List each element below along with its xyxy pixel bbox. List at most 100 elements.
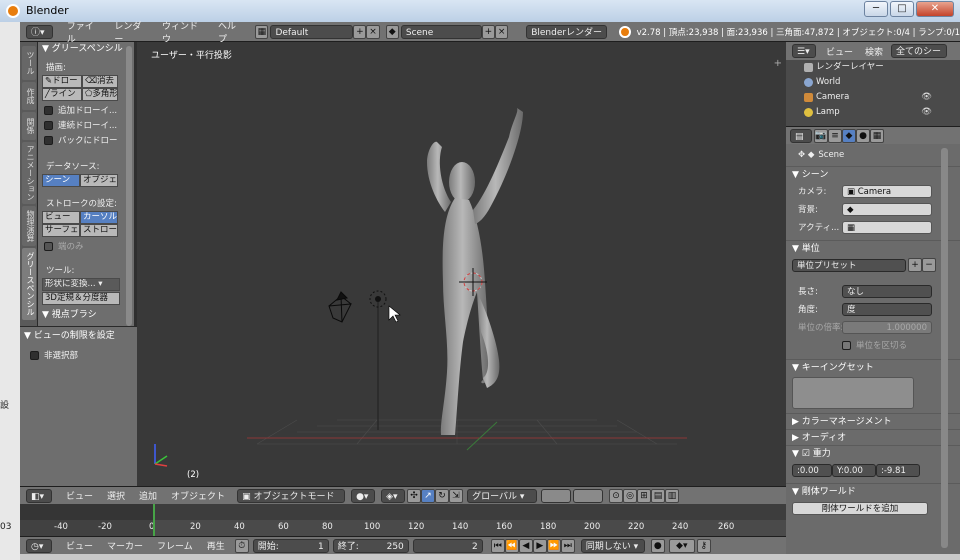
menu-view[interactable]: ビュー — [66, 489, 93, 502]
outliner-display-select[interactable]: 全てのシーン — [891, 44, 948, 71]
audio-section-header[interactable]: ▶ オーディオ — [786, 429, 960, 445]
3d-viewport[interactable]: ユーザー・平行投影 + (2) — [137, 42, 786, 486]
timeline-menu-playback[interactable]: 再生 — [207, 539, 225, 552]
layers-grid-b[interactable] — [573, 488, 604, 503]
close-button[interactable]: ✕ — [916, 1, 954, 17]
layout-grid-icon[interactable]: ▦ — [255, 24, 269, 39]
layers-grid-a[interactable] — [541, 488, 572, 503]
tab-create[interactable]: 作成 — [22, 82, 36, 110]
menu-window[interactable]: ウィンドウ — [162, 19, 204, 45]
render-preview-icon[interactable]: ▤ — [651, 488, 666, 503]
manipulator-toggle-icon[interactable]: ✣ — [407, 488, 422, 503]
rigid-body-section-header[interactable]: ▼ 剛体ワールド — [786, 483, 960, 499]
timeline[interactable]: -40 -20 0 20 40 60 80 100 120 140 160 18… — [20, 504, 786, 536]
keying-set-icon[interactable]: ◆▾ — [668, 538, 695, 553]
editor-type-timeline-icon[interactable]: ◷▾ — [26, 538, 52, 553]
draw-behind-checkbox[interactable]: バックにドロー — [44, 134, 134, 146]
add-layout-icon[interactable]: + — [353, 24, 367, 39]
timeline-menu-marker[interactable]: マーカー — [107, 539, 143, 552]
timeline-menu-view[interactable]: ビュー — [66, 539, 93, 552]
outliner-menu-view[interactable]: ビュー — [826, 45, 853, 58]
snap-icon[interactable]: ⊞ — [637, 488, 652, 503]
next-keyframe-icon[interactable]: ⏩ — [546, 538, 561, 553]
menu-add[interactable]: 追加 — [139, 489, 157, 502]
line-button[interactable]: ╱ライン — [42, 88, 82, 101]
outliner-row-world[interactable]: World — [786, 75, 960, 90]
interaction-mode-select[interactable]: ▣ オブジェクトモード ▾ — [237, 488, 346, 516]
editor-type-3d-icon[interactable]: ◧▾ — [26, 488, 52, 503]
current-frame-field[interactable]: 2 — [412, 538, 483, 553]
outliner-row-render-layers[interactable]: レンダーレイヤー — [786, 60, 960, 75]
add-scene-icon[interactable]: + — [481, 24, 495, 39]
play-reverse-icon[interactable]: ◀ — [518, 538, 533, 553]
source-object-button[interactable]: オブジェ — [80, 174, 118, 187]
menu-file[interactable]: ファイル — [67, 19, 101, 45]
active-clip-field[interactable]: ▦ — [842, 220, 932, 234]
grease-pencil-panel-header[interactable]: ▼ グリースペンシル — [38, 42, 134, 56]
transform-orientation-select[interactable]: グローバル ▾ — [467, 488, 538, 503]
visibility-eye-icon[interactable]: 👁 — [921, 105, 932, 120]
insert-keyframe-icon[interactable]: ⚷ — [696, 538, 711, 553]
polygon-button[interactable]: ⬠多角形 — [82, 88, 118, 101]
camera-field[interactable]: ▣ Camera — [842, 184, 932, 198]
tab-tools[interactable]: ツール — [22, 46, 36, 80]
jump-end-icon[interactable]: ⏭ — [560, 538, 575, 553]
remove-scene-icon[interactable]: × — [494, 24, 509, 39]
gravity-x-field[interactable]: :0.00 — [792, 463, 832, 477]
scene-tab-icon[interactable]: ◆ — [842, 129, 856, 143]
rotate-manipulator-icon[interactable]: ↻ — [435, 488, 450, 503]
shading-select[interactable]: ●▾ — [351, 488, 376, 503]
outliner-row-camera[interactable]: Camera 👁 — [786, 90, 960, 105]
unit-scale-field[interactable]: 1.000000 — [842, 320, 932, 334]
timeline-menu-frame[interactable]: フレーム — [157, 539, 193, 552]
color-management-section-header[interactable]: ▶ カラーマネージメント — [786, 413, 960, 429]
tool-shelf-scrollbar[interactable] — [126, 46, 132, 326]
scale-manipulator-icon[interactable]: ⇲ — [449, 488, 464, 503]
preview-range-icon[interactable]: ⏱ — [234, 538, 249, 553]
editor-type-info-icon[interactable]: ⓘ▾ — [26, 24, 53, 39]
tab-animation[interactable]: アニメーション — [22, 142, 36, 204]
menu-render[interactable]: レンダー — [114, 19, 148, 45]
remove-preset-icon[interactable]: − — [922, 258, 936, 272]
menu-help[interactable]: ヘルプ — [218, 19, 243, 45]
render-animation-icon[interactable]: ▥ — [665, 488, 680, 503]
erase-button[interactable]: ⌫消去 — [82, 75, 118, 88]
sync-mode-select[interactable]: 同期しない ▾ — [580, 538, 645, 553]
add-preset-icon[interactable]: + — [908, 258, 922, 272]
editor-type-properties-icon[interactable]: ▤ — [790, 129, 812, 143]
only-endpoints-checkbox[interactable]: 端のみ — [44, 240, 134, 252]
menu-select[interactable]: 選択 — [107, 489, 125, 502]
tab-grease-pencil[interactable]: グリースペンシル — [22, 248, 36, 320]
background-scene-field[interactable]: ◆ — [842, 202, 932, 216]
source-scene-button[interactable]: シーン — [42, 174, 80, 187]
convert-to-geometry-select[interactable]: 形状に変換... ▾ — [42, 278, 120, 291]
editor-type-outliner-icon[interactable]: ☰▾ — [792, 44, 816, 58]
timeline-cursor[interactable] — [153, 504, 155, 536]
outliner-row-lamp[interactable]: Lamp 👁 — [786, 105, 960, 120]
tab-physics[interactable]: 物理演算 — [22, 206, 36, 246]
length-unit-select[interactable]: なし — [842, 284, 932, 298]
render-engine-select[interactable]: Blenderレンダー — [526, 24, 608, 39]
jump-start-icon[interactable]: ⏮ — [490, 538, 505, 553]
pivot-select[interactable]: ◈▾ — [381, 488, 406, 503]
tab-relations[interactable]: 関係 — [22, 112, 36, 140]
unselected-checkbox[interactable]: 非選択部 — [30, 349, 137, 361]
proportional-edit-icon[interactable]: ◎ — [623, 488, 638, 503]
auto-keying-icon[interactable]: ● — [650, 538, 665, 553]
visibility-eye-icon[interactable]: 👁 — [921, 90, 932, 105]
object-tab-icon[interactable]: ▦ — [870, 129, 884, 143]
layout-field[interactable]: Default — [270, 24, 354, 39]
layers-tab-icon[interactable]: ≡ — [828, 129, 842, 143]
start-frame-field[interactable]: 開始: 1 — [252, 538, 329, 553]
outliner-menu-search[interactable]: 検索 — [865, 45, 883, 58]
draw-button[interactable]: ✎ドロー — [42, 75, 82, 88]
menu-object[interactable]: オブジェクト — [171, 489, 225, 502]
maximize-button[interactable]: □ — [890, 1, 914, 17]
gravity-section-header[interactable]: ▼ ☑ 重力 — [786, 445, 960, 461]
render-tab-icon[interactable]: 📷 — [814, 129, 828, 143]
end-frame-field[interactable]: 終了: 250 — [332, 538, 409, 553]
additive-drawing-checkbox[interactable]: 追加ドローイ... — [44, 104, 134, 116]
gravity-y-field[interactable]: Y:0.00 — [832, 463, 876, 477]
angle-unit-select[interactable]: 度 — [842, 302, 932, 316]
translate-manipulator-icon[interactable]: ↗ — [421, 488, 436, 503]
